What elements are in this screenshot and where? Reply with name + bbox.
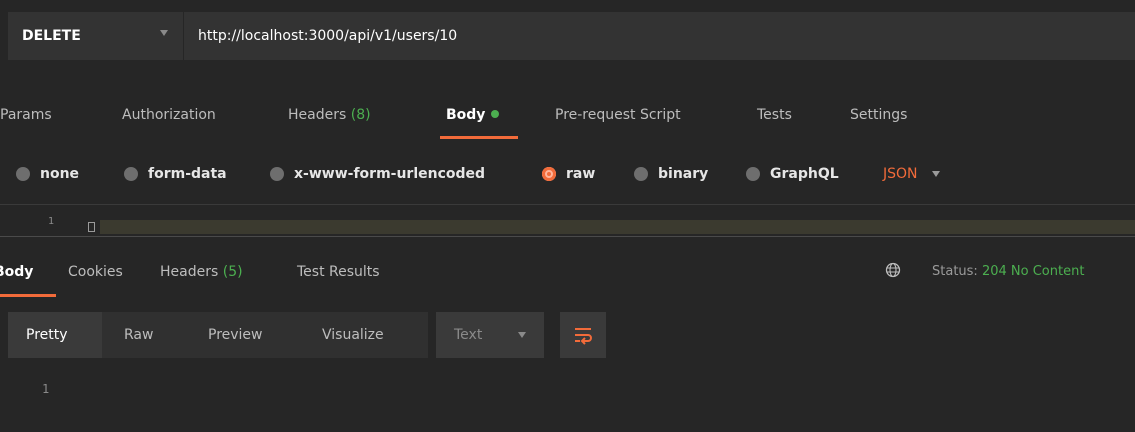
response-format-label: Text <box>454 327 483 343</box>
wrap-lines-button[interactable] <box>560 312 606 358</box>
tab-headers[interactable]: Headers (8) <box>288 107 371 123</box>
response-tab-headers[interactable]: Headers (5) <box>160 264 243 280</box>
wrap-lines-icon <box>575 328 592 345</box>
mode-visualize[interactable]: Visualize <box>322 327 384 343</box>
radio-circle <box>16 167 30 181</box>
request-url-bar: DELETE http://localhost:3000/api/v1/user… <box>0 0 1135 88</box>
radio-circle <box>124 167 138 181</box>
request-tabs: Params Authorization Headers (8) Body Pr… <box>0 92 1135 140</box>
chevron-down-icon <box>518 332 526 338</box>
globe-icon[interactable] <box>885 262 901 278</box>
chevron-down-icon <box>160 30 168 36</box>
radio-circle <box>634 167 648 181</box>
body-format-select[interactable]: JSON <box>883 166 940 182</box>
divider <box>0 204 1135 205</box>
radio-form-data[interactable]: form-data <box>124 166 227 182</box>
url-text: http://localhost:3000/api/v1/users/10 <box>198 28 458 44</box>
response-headers-count: (5) <box>222 264 243 280</box>
response-view-mode: Pretty Raw Preview Visualize <box>8 312 428 358</box>
active-tab-indicator <box>440 136 518 139</box>
response-tab-test-results[interactable]: Test Results <box>297 264 380 280</box>
editor-resize-border[interactable] <box>0 236 1135 237</box>
radio-graphql[interactable]: GraphQL <box>746 166 839 182</box>
body-modified-dot <box>491 110 500 118</box>
response-tab-cookies[interactable]: Cookies <box>68 264 123 280</box>
radio-none[interactable]: none <box>16 166 79 182</box>
tab-tests[interactable]: Tests <box>757 107 792 123</box>
headers-count: (8) <box>350 107 371 123</box>
radio-binary[interactable]: binary <box>634 166 708 182</box>
status-label: Status: <box>932 264 978 279</box>
mode-raw[interactable]: Raw <box>124 327 153 343</box>
response-status: Status: 204 No Content <box>932 264 1084 279</box>
body-format-label: JSON <box>883 166 918 182</box>
method-select[interactable]: DELETE <box>8 12 183 60</box>
tab-authorization[interactable]: Authorization <box>122 107 216 123</box>
response-line-number: 1 <box>42 382 50 396</box>
response-body-viewer[interactable]: 1 <box>0 370 1135 420</box>
active-line-highlight <box>100 220 1135 234</box>
url-input[interactable]: http://localhost:3000/api/v1/users/10 <box>184 12 1135 60</box>
tab-pre-request-script[interactable]: Pre-request Script <box>555 107 681 123</box>
tab-settings[interactable]: Settings <box>850 107 907 123</box>
mode-preview[interactable]: Preview <box>208 327 263 343</box>
radio-circle-selected <box>542 167 556 181</box>
mode-pretty[interactable]: Pretty <box>26 327 68 343</box>
radio-x-www-form-urlencoded[interactable]: x-www-form-urlencoded <box>270 166 485 182</box>
response-format-select[interactable]: Text <box>436 312 544 358</box>
tab-params[interactable]: Params <box>0 107 52 123</box>
tab-body[interactable]: Body <box>446 107 500 123</box>
request-body-editor[interactable]: 1 <box>0 216 1135 234</box>
radio-raw[interactable]: raw <box>542 166 595 182</box>
radio-circle <box>746 167 760 181</box>
active-response-tab-indicator <box>0 294 56 297</box>
method-label: DELETE <box>22 28 81 44</box>
response-toolbar: Pretty Raw Preview Visualize Text <box>0 312 1135 360</box>
text-cursor <box>88 222 95 232</box>
editor-line-number: 1 <box>48 216 55 227</box>
body-type-radios: none form-data x-www-form-urlencoded raw… <box>0 150 1135 198</box>
response-tab-body[interactable]: Body <box>0 264 33 280</box>
chevron-down-icon <box>931 171 940 177</box>
radio-circle <box>270 167 284 181</box>
status-value: 204 No Content <box>981 264 1085 279</box>
